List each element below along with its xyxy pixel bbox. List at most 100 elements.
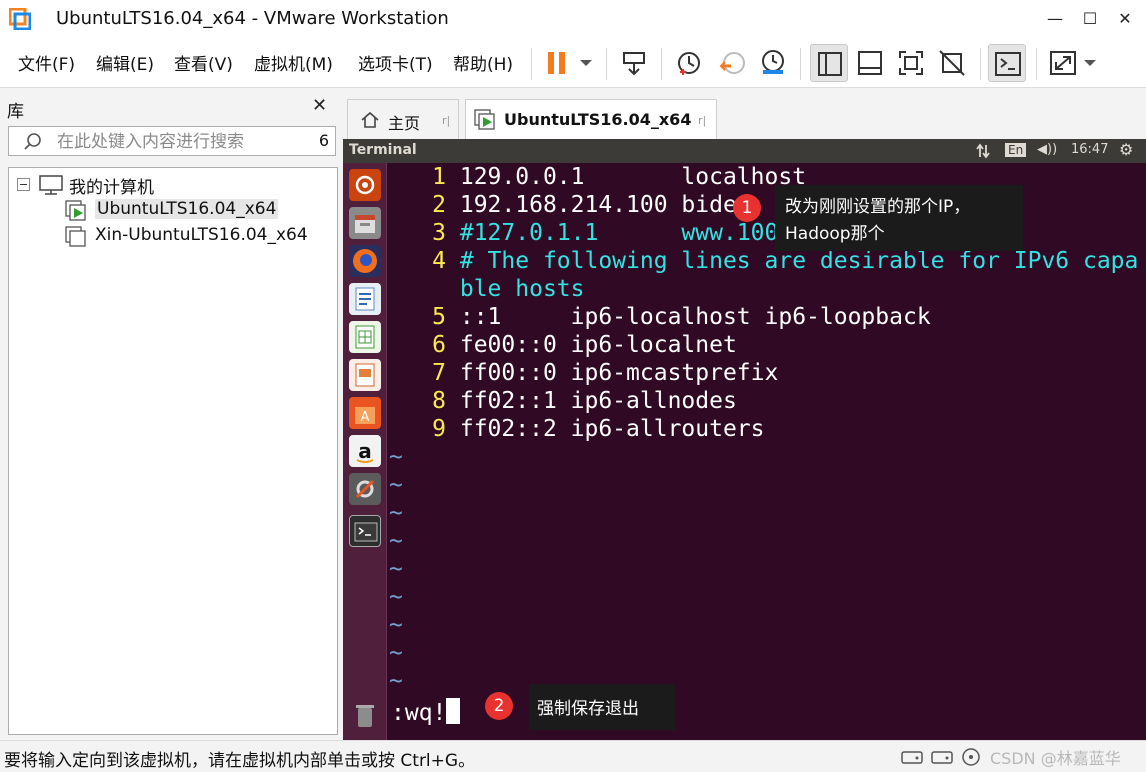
tab-close-icon[interactable]: r|: [698, 114, 706, 127]
tab-ubuntu-vm[interactable]: UbuntuLTS16.04_x64 r|: [465, 99, 717, 139]
vim-empty-line: ~: [389, 668, 403, 694]
vim-line: 8 ff02::1 ip6-allnodes: [389, 387, 737, 415]
console-view-button[interactable]: [988, 44, 1026, 82]
vim-empty-line: ~: [389, 444, 403, 470]
launcher-settings-icon[interactable]: [349, 473, 381, 505]
vim-empty-line: ~: [389, 500, 403, 526]
vim-empty-line: ~: [389, 528, 403, 554]
search-count: 6: [318, 131, 329, 150]
vim-line: 7 ff00::0 ip6-mcastprefix: [389, 359, 778, 387]
ubuntu-top-panel: Terminal En ◀)) 16:47 ⚙: [343, 139, 1146, 163]
vim-line: ble hosts: [389, 275, 585, 303]
full-screen-button[interactable]: [892, 44, 930, 82]
maximize-button[interactable]: ☐: [1075, 4, 1105, 34]
hard-disk-icon[interactable]: [900, 747, 924, 767]
revert-snapshot-button[interactable]: [713, 44, 751, 82]
annotation-text: Hadoop那个: [785, 224, 885, 244]
pause-button[interactable]: [540, 44, 598, 82]
line-text: ::1 ip6-localhost ip6-loopback: [459, 304, 931, 330]
vm-console[interactable]: Terminal En ◀)) 16:47 ⚙ A a 1 129.0.0.1 …: [343, 139, 1146, 740]
vim-command: :wq!: [391, 700, 447, 726]
annotation-callout: 强制保存退出: [529, 684, 675, 730]
minimize-button[interactable]: —: [1040, 4, 1070, 34]
tab-strip: 主页 r| UbuntuLTS16.04_x64 r|: [343, 89, 1146, 139]
menu-vm[interactable]: 虚拟机(M): [254, 50, 333, 75]
line-number: 5: [432, 304, 446, 330]
snapshot-manager-button[interactable]: [754, 44, 792, 82]
hard-disk-icon[interactable]: [930, 747, 954, 767]
launcher-calc-icon[interactable]: [349, 321, 381, 353]
vim-command-line[interactable]: :wq!: [391, 698, 461, 726]
menu-tabs[interactable]: 选项卡(T): [358, 50, 433, 75]
line-text: # The following lines are desirable for …: [459, 248, 1139, 274]
annotation-badge: 2: [485, 692, 513, 720]
pause-icon: [548, 52, 592, 74]
launcher-trash-icon[interactable]: [349, 699, 381, 731]
menu-file[interactable]: 文件(F): [18, 50, 75, 75]
snapshot-clock-icon: [678, 52, 700, 75]
network-arrows-icon[interactable]: [975, 143, 991, 159]
line-text: ble hosts: [459, 276, 585, 302]
close-window-button[interactable]: ✕: [1110, 4, 1140, 34]
status-bar: 要将输入定向到该虚拟机，请在虚拟机内部单击或按 Ctrl+G。 CSDN @林嘉…: [0, 740, 1146, 772]
menu-view[interactable]: 查看(V): [174, 50, 233, 75]
annotation-text: 改为刚刚设置的那个IP，: [785, 197, 971, 217]
window-title: UbuntuLTS16.04_x64 - VMware Workstation: [56, 8, 449, 29]
launcher-writer-icon[interactable]: [349, 283, 381, 315]
thumbnail-bar-icon: [858, 51, 882, 75]
vim-empty-line: ~: [389, 612, 403, 638]
vim-empty-line: ~: [389, 640, 403, 666]
launcher-amazon-icon[interactable]: a: [349, 435, 381, 467]
thumbnail-bar-button[interactable]: [851, 44, 889, 82]
annotation-badge: 1: [733, 194, 761, 222]
volume-icon[interactable]: ◀)): [1037, 142, 1057, 157]
library-close-button[interactable]: ✕: [312, 95, 327, 116]
launcher-firefox-icon[interactable]: [349, 245, 381, 277]
vmware-logo-icon: [9, 8, 31, 30]
launcher-dash-icon[interactable]: [349, 169, 381, 201]
send-ctrl-alt-del-button[interactable]: [615, 44, 653, 82]
tree-item-label: UbuntuLTS16.04_x64: [95, 199, 279, 219]
show-library-button[interactable]: [810, 44, 848, 82]
library-panel-icon: [818, 52, 842, 76]
clock[interactable]: 16:47: [1071, 142, 1108, 157]
launcher-impress-icon[interactable]: [349, 359, 381, 391]
annotation-callout: 改为刚刚设置的那个IP， Hadoop那个: [775, 185, 1023, 251]
launcher-files-icon[interactable]: [349, 207, 381, 239]
line-number: 3: [432, 220, 446, 246]
toolbar-separator: [1036, 48, 1037, 80]
tab-home-label: 主页: [388, 114, 421, 133]
vim-empty-line: ~: [389, 472, 403, 498]
menu-help[interactable]: 帮助(H): [453, 50, 513, 75]
collapse-icon[interactable]: [17, 178, 30, 191]
keyboard-layout-indicator[interactable]: En: [1005, 143, 1027, 157]
menu-edit[interactable]: 编辑(E): [96, 50, 154, 75]
system-gear-icon[interactable]: ⚙: [1119, 140, 1133, 159]
tab-close-icon[interactable]: r|: [442, 114, 450, 127]
text-cursor: [446, 698, 461, 724]
line-text: 192.168.214.100 bide: [459, 192, 737, 218]
vim-line: 2 192.168.214.100 bide: [389, 191, 737, 219]
unity-mode-button[interactable]: [933, 44, 971, 82]
line-number: 7: [432, 360, 446, 386]
console-icon: [995, 52, 1021, 76]
tab-vm-label: UbuntuLTS16.04_x64: [504, 110, 692, 129]
vim-editor[interactable]: 1 129.0.0.1 localhost 2 192.168.214.100 …: [389, 163, 1146, 740]
cd-rom-icon[interactable]: [960, 747, 982, 767]
line-number: 6: [432, 332, 446, 358]
snapshot-button[interactable]: [670, 44, 708, 82]
line-number: 9: [432, 416, 446, 442]
svg-text:A: A: [361, 410, 370, 425]
launcher-software-center-icon[interactable]: A: [349, 397, 381, 429]
vim-line: 5 ::1 ip6-localhost ip6-loopback: [389, 303, 931, 331]
tab-home[interactable]: 主页 r|: [347, 99, 459, 139]
library-search-box[interactable]: 6: [8, 126, 336, 156]
stretch-icon: [1050, 51, 1096, 75]
library-title: 库: [7, 102, 24, 122]
library-search-input[interactable]: [57, 131, 297, 153]
keyboard-send-icon: [623, 52, 645, 76]
window-titlebar: UbuntuLTS16.04_x64 - VMware Workstation …: [0, 0, 1146, 38]
launcher-terminal-icon[interactable]: [349, 515, 381, 547]
library-panel: 库 ✕ 6 我的计算机 Ubu: [0, 89, 342, 739]
stretch-guest-button[interactable]: [1044, 44, 1102, 82]
